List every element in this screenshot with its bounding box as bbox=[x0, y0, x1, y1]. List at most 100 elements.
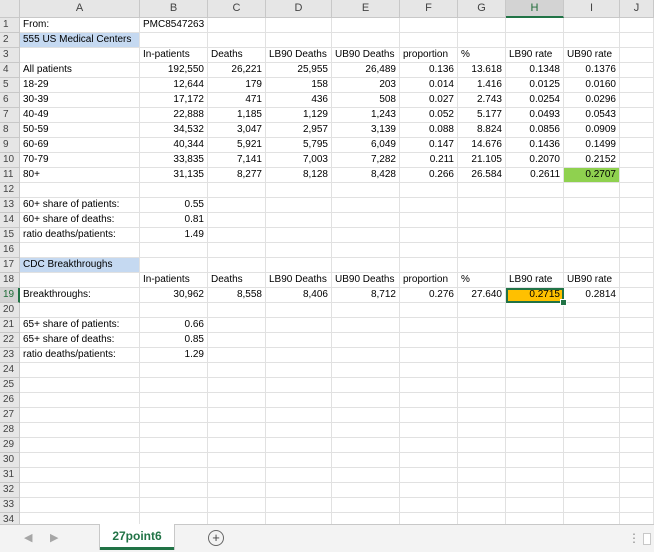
cell-i20[interactable] bbox=[564, 303, 620, 318]
cell-b3[interactable]: In-patients bbox=[140, 48, 208, 63]
cell-g33[interactable] bbox=[458, 498, 506, 513]
cell-d26[interactable] bbox=[266, 393, 332, 408]
cell-a15[interactable]: ratio deaths/patients: bbox=[20, 228, 140, 243]
cell-f22[interactable] bbox=[400, 333, 458, 348]
cell-j26[interactable] bbox=[620, 393, 654, 408]
cell-a22[interactable]: 65+ share of deaths: bbox=[20, 333, 140, 348]
cell-h9[interactable]: 0.1436 bbox=[506, 138, 564, 153]
cell-f7[interactable]: 0.052 bbox=[400, 108, 458, 123]
cell-a21[interactable]: 65+ share of patients: bbox=[20, 318, 140, 333]
cell-h1[interactable] bbox=[506, 18, 564, 33]
cell-g13[interactable] bbox=[458, 198, 506, 213]
row-header-5[interactable]: 5 bbox=[0, 78, 20, 93]
cell-h20[interactable] bbox=[506, 303, 564, 318]
cell-i27[interactable] bbox=[564, 408, 620, 423]
cell-a10[interactable]: 70-79 bbox=[20, 153, 140, 168]
cell-b13[interactable]: 0.55 bbox=[140, 198, 208, 213]
cell-e10[interactable]: 7,282 bbox=[332, 153, 400, 168]
cell-b9[interactable]: 40,344 bbox=[140, 138, 208, 153]
add-sheet-icon[interactable]: + bbox=[208, 530, 224, 546]
cell-h22[interactable] bbox=[506, 333, 564, 348]
fill-handle[interactable] bbox=[560, 299, 567, 306]
cell-h2[interactable] bbox=[506, 33, 564, 48]
cell-f23[interactable] bbox=[400, 348, 458, 363]
cell-i17[interactable] bbox=[564, 258, 620, 273]
cell-c19[interactable]: 8,558 bbox=[208, 288, 266, 303]
cell-b32[interactable] bbox=[140, 483, 208, 498]
row-header-28[interactable]: 28 bbox=[0, 423, 20, 438]
cell-g27[interactable] bbox=[458, 408, 506, 423]
cell-j15[interactable] bbox=[620, 228, 654, 243]
cell-h13[interactable] bbox=[506, 198, 564, 213]
cell-h31[interactable] bbox=[506, 468, 564, 483]
cell-j5[interactable] bbox=[620, 78, 654, 93]
cell-e29[interactable] bbox=[332, 438, 400, 453]
cell-f11[interactable]: 0.266 bbox=[400, 168, 458, 183]
cell-c12[interactable] bbox=[208, 183, 266, 198]
cell-a6[interactable]: 30-39 bbox=[20, 93, 140, 108]
cell-c13[interactable] bbox=[208, 198, 266, 213]
cell-d2[interactable] bbox=[266, 33, 332, 48]
cell-f15[interactable] bbox=[400, 228, 458, 243]
cell-h7[interactable]: 0.0493 bbox=[506, 108, 564, 123]
cell-j32[interactable] bbox=[620, 483, 654, 498]
cell-b18[interactable]: In-patients bbox=[140, 273, 208, 288]
cell-i30[interactable] bbox=[564, 453, 620, 468]
cell-i10[interactable]: 0.2152 bbox=[564, 153, 620, 168]
cell-a3[interactable] bbox=[20, 48, 140, 63]
cell-j6[interactable] bbox=[620, 93, 654, 108]
cell-d9[interactable]: 5,795 bbox=[266, 138, 332, 153]
cell-d24[interactable] bbox=[266, 363, 332, 378]
cell-b25[interactable] bbox=[140, 378, 208, 393]
cell-j23[interactable] bbox=[620, 348, 654, 363]
cell-b5[interactable]: 12,644 bbox=[140, 78, 208, 93]
row-header-27[interactable]: 27 bbox=[0, 408, 20, 423]
cell-c15[interactable] bbox=[208, 228, 266, 243]
cell-g5[interactable]: 1.416 bbox=[458, 78, 506, 93]
cell-b29[interactable] bbox=[140, 438, 208, 453]
cell-f16[interactable] bbox=[400, 243, 458, 258]
cell-j31[interactable] bbox=[620, 468, 654, 483]
cell-i29[interactable] bbox=[564, 438, 620, 453]
cell-b2[interactable] bbox=[140, 33, 208, 48]
cell-h21[interactable] bbox=[506, 318, 564, 333]
cell-h25[interactable] bbox=[506, 378, 564, 393]
cell-g34[interactable] bbox=[458, 513, 506, 524]
cell-i14[interactable] bbox=[564, 213, 620, 228]
cell-a7[interactable]: 40-49 bbox=[20, 108, 140, 123]
cell-f6[interactable]: 0.027 bbox=[400, 93, 458, 108]
cell-g20[interactable] bbox=[458, 303, 506, 318]
row-header-10[interactable]: 10 bbox=[0, 153, 20, 168]
cell-f28[interactable] bbox=[400, 423, 458, 438]
cell-i12[interactable] bbox=[564, 183, 620, 198]
cell-i24[interactable] bbox=[564, 363, 620, 378]
cell-a19[interactable]: Breakthroughs: bbox=[20, 288, 140, 303]
cell-f21[interactable] bbox=[400, 318, 458, 333]
cell-d4[interactable]: 25,955 bbox=[266, 63, 332, 78]
cell-j8[interactable] bbox=[620, 123, 654, 138]
cell-h29[interactable] bbox=[506, 438, 564, 453]
cell-d34[interactable] bbox=[266, 513, 332, 524]
cell-i34[interactable] bbox=[564, 513, 620, 524]
cell-b12[interactable] bbox=[140, 183, 208, 198]
cell-j20[interactable] bbox=[620, 303, 654, 318]
cell-f18[interactable]: proportion bbox=[400, 273, 458, 288]
cell-c2[interactable] bbox=[208, 33, 266, 48]
cell-d23[interactable] bbox=[266, 348, 332, 363]
cell-j1[interactable] bbox=[620, 18, 654, 33]
cell-j12[interactable] bbox=[620, 183, 654, 198]
cell-f9[interactable]: 0.147 bbox=[400, 138, 458, 153]
row-header-20[interactable]: 20 bbox=[0, 303, 20, 318]
cell-a8[interactable]: 50-59 bbox=[20, 123, 140, 138]
cell-e30[interactable] bbox=[332, 453, 400, 468]
cell-e2[interactable] bbox=[332, 33, 400, 48]
cell-j29[interactable] bbox=[620, 438, 654, 453]
cell-e22[interactable] bbox=[332, 333, 400, 348]
cell-f27[interactable] bbox=[400, 408, 458, 423]
cell-e11[interactable]: 8,428 bbox=[332, 168, 400, 183]
cell-j21[interactable] bbox=[620, 318, 654, 333]
cell-c17[interactable] bbox=[208, 258, 266, 273]
cell-f17[interactable] bbox=[400, 258, 458, 273]
cell-d19[interactable]: 8,406 bbox=[266, 288, 332, 303]
cell-h30[interactable] bbox=[506, 453, 564, 468]
